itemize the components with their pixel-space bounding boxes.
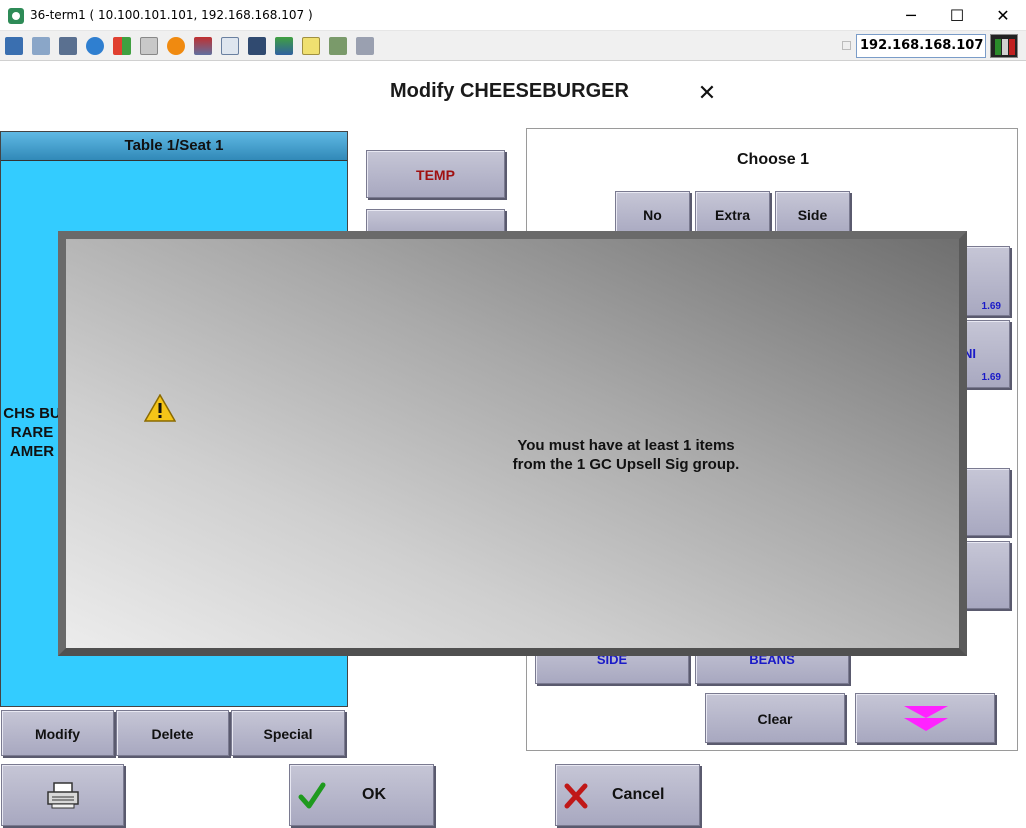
printer-icon [47, 782, 79, 809]
warning-icon [144, 394, 176, 422]
alert-icon[interactable] [167, 37, 185, 55]
dialog-body: You must have at least 1 items from the … [66, 239, 959, 648]
clear-button[interactable]: Clear [705, 693, 845, 743]
screen-icon[interactable] [248, 37, 266, 55]
download-icon[interactable] [275, 37, 293, 55]
cancel-button[interactable]: Cancel [555, 764, 700, 826]
modify-button[interactable]: Modify [1, 710, 114, 756]
ok-label: OK [362, 786, 386, 803]
order-line-modifier[interactable]: AMER [1, 443, 63, 460]
double-chevron-down-icon [904, 706, 948, 731]
remote-toolbar: 192.168.168.107 [0, 31, 1026, 61]
seat-header: Table 1/Seat 1 [1, 132, 347, 161]
windows-icon[interactable] [113, 37, 131, 55]
item-price: 1.69 [981, 372, 1001, 383]
red-x-icon [564, 783, 588, 809]
chat-icon[interactable] [356, 37, 374, 55]
fullscreen-icon[interactable] [221, 37, 239, 55]
alert-dialog[interactable]: You must have at least 1 items from the … [58, 231, 967, 656]
ip-indicator [842, 41, 851, 50]
dialog-message-line: You must have at least 1 items [517, 437, 735, 454]
screen-title: Modify CHEESEBURGER [390, 80, 629, 102]
close-window-button[interactable]: ✕ [980, 0, 1026, 31]
temp-button[interactable]: TEMP [366, 150, 505, 198]
color-mode-button[interactable] [990, 34, 1018, 58]
delete-button[interactable]: Delete [116, 710, 229, 756]
picture-icon[interactable] [329, 37, 347, 55]
window-title: 36-term1 ( 10.100.101.101, 192.168.168.1… [30, 8, 313, 22]
monitor-icon[interactable] [5, 37, 23, 55]
print-button[interactable] [1, 764, 124, 826]
copy-icon[interactable] [32, 37, 50, 55]
order-line-item[interactable]: CHS BU [1, 405, 63, 422]
minimize-button[interactable]: ─ [888, 0, 934, 31]
keyboard-icon[interactable] [140, 37, 158, 55]
special-button[interactable]: Special [231, 710, 345, 756]
app-eye-icon [8, 8, 24, 24]
checkmark-icon [298, 782, 326, 809]
ip-address-field[interactable]: 192.168.168.107 [856, 34, 986, 58]
window-titlebar: 36-term1 ( 10.100.101.101, 192.168.168.1… [0, 0, 1026, 31]
tools-icon[interactable] [59, 37, 77, 55]
dialog-message-line: from the 1 GC Upsell Sig group. [512, 456, 740, 473]
maximize-button[interactable]: ☐ [934, 0, 980, 31]
close-modify-button[interactable]: ✕ [697, 83, 717, 105]
network-icon[interactable] [194, 37, 212, 55]
cancel-label: Cancel [612, 786, 665, 803]
item-price: 1.69 [981, 301, 1001, 312]
order-line-modifier[interactable]: RARE [1, 424, 63, 441]
choose-title: Choose 1 [736, 151, 809, 168]
ok-button[interactable]: OK [289, 764, 434, 826]
dialog-message: You must have at least 1 items from the … [406, 436, 846, 474]
notes-icon[interactable] [302, 37, 320, 55]
scroll-down-button[interactable] [855, 693, 995, 743]
refresh-icon[interactable] [86, 37, 104, 55]
